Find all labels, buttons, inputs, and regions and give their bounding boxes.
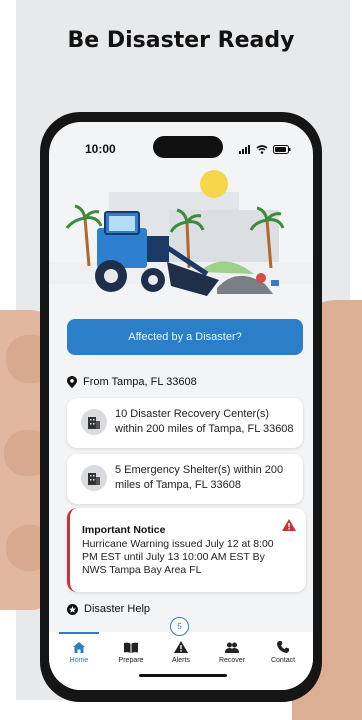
alerts-badge: 5 xyxy=(170,617,189,636)
status-time: 10:00 xyxy=(85,142,116,156)
battery-icon xyxy=(273,141,291,159)
phone-icon xyxy=(257,640,309,654)
location-label: From Tampa, FL 33608 xyxy=(83,376,197,388)
tab-home-label: Home xyxy=(69,657,89,664)
affected-by-disaster-button[interactable]: Affected by a Disaster? xyxy=(67,319,303,355)
recovery-centers-card[interactable]: 10 Disaster Recovery Center(s) within 20… xyxy=(67,398,303,448)
book-icon xyxy=(105,640,157,654)
disaster-help-row[interactable]: Disaster Help xyxy=(67,603,150,615)
tab-contact-label: Contact xyxy=(270,657,296,664)
location-row[interactable]: From Tampa, FL 33608 xyxy=(67,376,197,388)
disaster-help-label: Disaster Help xyxy=(84,603,151,615)
tab-alerts-label: Alerts xyxy=(172,657,190,664)
tab-bar: 5 Home Prepare Alerts Recover Contact xyxy=(49,617,313,690)
important-notice-card[interactable]: Important Notice Hurricane Warning issue… xyxy=(67,508,306,592)
building-icon xyxy=(81,409,107,435)
star-icon xyxy=(67,603,78,615)
home-indicator xyxy=(139,674,227,677)
status-icons xyxy=(239,141,291,159)
tab-recover-label: Recover xyxy=(218,657,246,664)
tab-prepare-label: Prepare xyxy=(118,657,144,664)
emergency-shelters-card[interactable]: 5 Emergency Shelter(s) within 200 miles … xyxy=(67,454,303,504)
phone-screen: 10:00 Affected by a Disaster? From Tampa… xyxy=(49,122,313,690)
emergency-shelters-text: 5 Emergency Shelter(s) within 200 miles … xyxy=(115,464,284,491)
alert-triangle-icon xyxy=(155,640,207,654)
page-headline: Be Disaster Ready xyxy=(67,28,295,53)
building-icon xyxy=(81,465,107,491)
dynamic-island xyxy=(153,136,223,158)
tab-contact[interactable]: Contact xyxy=(257,640,309,664)
home-icon xyxy=(53,640,105,654)
notice-body: Hurricane Warning issued July 12 at 8:00… xyxy=(82,538,274,576)
recovery-centers-text: 10 Disaster Recovery Center(s) within 20… xyxy=(115,408,294,435)
tab-home[interactable]: Home xyxy=(53,632,105,664)
recovery-illustration xyxy=(49,170,313,296)
notice-title: Important Notice xyxy=(82,524,166,536)
tab-recover[interactable]: Recover xyxy=(206,640,258,664)
tab-prepare[interactable]: Prepare xyxy=(105,640,157,664)
people-icon xyxy=(206,640,258,654)
status-bar: 10:00 xyxy=(49,122,313,162)
signal-icon xyxy=(239,141,251,159)
warning-icon xyxy=(282,518,296,536)
location-pin-icon xyxy=(67,376,77,388)
tab-alerts[interactable]: Alerts xyxy=(155,640,207,664)
wifi-icon xyxy=(256,141,268,159)
